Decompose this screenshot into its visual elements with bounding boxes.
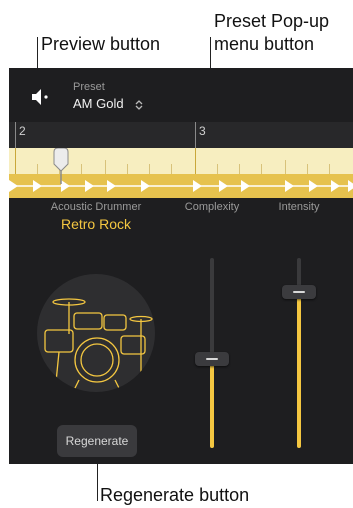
drum-kit-icon: [44, 298, 153, 392]
grid-tick: [329, 164, 330, 174]
drum-kit-image[interactable]: [37, 274, 155, 392]
speaker-icon: [32, 89, 48, 105]
grid-tick: [171, 164, 172, 174]
preset-caption: Preset: [73, 81, 105, 93]
chevron-up-down-icon[interactable]: [133, 99, 145, 111]
leader-line-regenerate: [97, 459, 98, 501]
grid-tick: [307, 164, 308, 174]
regenerate-button[interactable]: Regenerate: [57, 425, 137, 457]
callout-preset-line2: menu button: [214, 34, 315, 54]
grid-tick: [285, 160, 286, 174]
bar-2-label: 2: [19, 124, 26, 138]
bar-3-label: 3: [199, 124, 206, 138]
grid-tick: [217, 164, 218, 174]
grid-tick: [37, 164, 38, 174]
grid-tick: [105, 160, 106, 174]
grid-tick: [261, 164, 262, 174]
grid-tick: [239, 164, 240, 174]
grid-tick: [149, 164, 150, 174]
intensity-label: Intensity: [278, 201, 320, 213]
complexity-slider-fill: [210, 358, 214, 448]
bar-3-tick: [195, 122, 196, 148]
complexity-label: Complexity: [184, 201, 240, 213]
callout-preview-button: Preview button: [41, 34, 161, 54]
preview-button[interactable]: [29, 86, 51, 108]
callout-regenerate-button: Regenerate button: [100, 485, 250, 505]
timeline-ruler[interactable]: [9, 122, 353, 148]
preset-popup-menu-button[interactable]: AM Gold: [73, 96, 124, 111]
bar-2-tick: [15, 122, 16, 148]
intensity-slider-fill: [297, 292, 301, 448]
drummer-caption: Acoustic Drummer: [50, 201, 142, 213]
grid-tick: [81, 164, 82, 174]
drummer-style[interactable]: Retro Rock: [31, 216, 161, 232]
grid-tick: [195, 148, 196, 174]
grid-tick: [15, 148, 16, 174]
callout-preset-line1: Preset Pop-up: [214, 11, 330, 31]
intensity-slider-thumb[interactable]: [282, 285, 316, 300]
drummer-panel: Preset AM Gold 2 3 Acoustic Drummer Retr…: [9, 68, 353, 464]
playhead[interactable]: [50, 148, 72, 184]
grid-tick: [127, 164, 128, 174]
complexity-slider-thumb[interactable]: [195, 351, 229, 366]
